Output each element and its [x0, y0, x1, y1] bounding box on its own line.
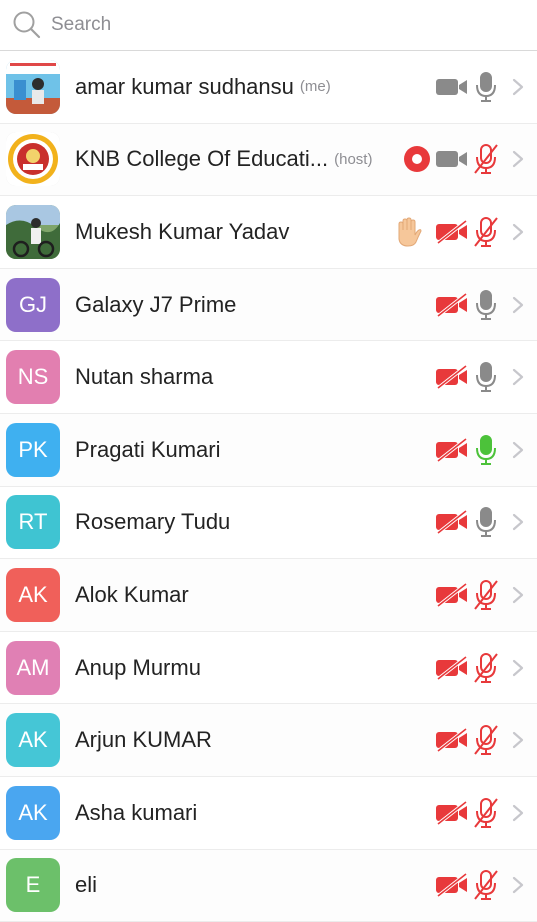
- microphone-off-icon[interactable]: [473, 869, 499, 901]
- video-camera-off-icon[interactable]: [435, 219, 469, 244]
- chevron-right-icon[interactable]: [511, 222, 525, 242]
- participant-row[interactable]: PK Pragati Kumari: [0, 413, 537, 487]
- video-camera-off-icon[interactable]: [435, 365, 469, 390]
- participant-name: amar kumar sudhansu: [75, 73, 294, 99]
- avatar: RT: [6, 495, 60, 550]
- avatar: [6, 132, 60, 187]
- video-camera-icon[interactable]: [435, 147, 469, 171]
- video-camera-off-icon[interactable]: [435, 800, 469, 825]
- participant-name: Galaxy J7 Prime: [75, 291, 237, 317]
- participant-name: eli: [75, 872, 98, 898]
- participant-controls: [435, 289, 499, 321]
- microphone-off-icon[interactable]: [473, 797, 499, 829]
- search-input[interactable]: [51, 14, 351, 36]
- microphone-off-icon[interactable]: [473, 143, 499, 175]
- participant-row[interactable]: AK Arjun KUMAR: [0, 704, 537, 777]
- microphone-icon[interactable]: [473, 71, 499, 103]
- chevron-right-icon[interactable]: [511, 149, 525, 169]
- avatar: AK: [6, 785, 60, 840]
- participant-controls: [435, 797, 499, 829]
- participant-controls: [435, 434, 499, 466]
- chevron-right-icon[interactable]: [511, 730, 525, 750]
- participant-row[interactable]: NS Nutan sharma: [0, 341, 537, 414]
- chevron-right-icon[interactable]: [511, 77, 525, 97]
- avatar: [6, 204, 60, 259]
- chevron-right-icon[interactable]: [511, 803, 525, 823]
- role-tag: (me): [299, 78, 331, 96]
- search-icon: [13, 11, 41, 39]
- participant-row[interactable]: GJ Galaxy J7 Prime: [0, 268, 537, 342]
- video-camera-off-icon[interactable]: [435, 655, 469, 680]
- video-camera-off-icon[interactable]: [435, 510, 469, 535]
- participant-name: Asha kumari: [75, 799, 198, 825]
- avatar: AK: [6, 713, 60, 768]
- participant-name: Nutan sharma: [75, 364, 214, 390]
- participant-name: Arjun KUMAR: [75, 727, 212, 753]
- microphone-off-icon[interactable]: [473, 216, 499, 248]
- microphone-off-icon[interactable]: [473, 724, 499, 756]
- participant-controls: [403, 143, 499, 175]
- participant-controls: [435, 579, 499, 611]
- participant-name: Alok Kumar: [75, 581, 189, 607]
- participant-row[interactable]: AK Alok Kumar: [0, 559, 537, 632]
- avatar: [6, 59, 60, 114]
- participant-list: amar kumar sudhansu (me) KNB College Of E…: [0, 51, 537, 922]
- participant-row[interactable]: AM Anup Murmu: [0, 631, 537, 705]
- avatar: PK: [6, 422, 60, 477]
- chevron-right-icon[interactable]: [511, 440, 525, 460]
- participant-controls: [435, 506, 499, 538]
- participant-row[interactable]: amar kumar sudhansu (me): [0, 51, 537, 124]
- participant-controls: [435, 71, 499, 103]
- microphone-icon[interactable]: [473, 434, 499, 466]
- participant-controls: [391, 215, 499, 249]
- chevron-right-icon[interactable]: [511, 367, 525, 387]
- participant-row[interactable]: RT Rosemary Tudu: [0, 486, 537, 560]
- microphone-icon[interactable]: [473, 289, 499, 321]
- video-camera-icon[interactable]: [435, 75, 469, 99]
- avatar: GJ: [6, 277, 60, 332]
- chevron-right-icon[interactable]: [511, 875, 525, 895]
- video-camera-off-icon[interactable]: [435, 292, 469, 317]
- participant-row[interactable]: Mukesh Kumar Yadav: [0, 196, 537, 269]
- microphone-off-icon[interactable]: [473, 652, 499, 684]
- participant-controls: [435, 724, 499, 756]
- chevron-right-icon[interactable]: [511, 295, 525, 315]
- chevron-right-icon[interactable]: [511, 585, 525, 605]
- role-tag: (host): [334, 150, 373, 168]
- participant-row[interactable]: KNB College Of Educati... (host): [0, 123, 537, 197]
- video-camera-off-icon[interactable]: [435, 873, 469, 898]
- avatar: E: [6, 858, 60, 913]
- participant-controls: [435, 361, 499, 393]
- search-bar[interactable]: [0, 0, 537, 51]
- microphone-off-icon[interactable]: [473, 579, 499, 611]
- avatar: AM: [6, 640, 60, 695]
- raised-hand-icon: [391, 215, 425, 249]
- video-camera-off-icon[interactable]: [435, 728, 469, 753]
- participant-name: Pragati Kumari: [75, 436, 221, 462]
- avatar: NS: [6, 350, 60, 405]
- chevron-right-icon[interactable]: [511, 512, 525, 532]
- participant-row[interactable]: AK Asha kumari: [0, 776, 537, 850]
- chevron-right-icon[interactable]: [511, 658, 525, 678]
- microphone-icon[interactable]: [473, 361, 499, 393]
- participant-row[interactable]: Eeli: [0, 849, 537, 922]
- record-icon: [403, 145, 431, 173]
- avatar: AK: [6, 567, 60, 622]
- participant-name: Rosemary Tudu: [75, 509, 231, 535]
- video-camera-off-icon[interactable]: [435, 582, 469, 607]
- participant-controls: [435, 652, 499, 684]
- microphone-icon[interactable]: [473, 506, 499, 538]
- participant-controls: [435, 869, 499, 901]
- participant-name: KNB College Of Educati...: [75, 146, 329, 172]
- participant-name: Mukesh Kumar Yadav: [75, 218, 290, 244]
- participant-name: Anup Murmu: [75, 654, 201, 680]
- video-camera-off-icon[interactable]: [435, 437, 469, 462]
